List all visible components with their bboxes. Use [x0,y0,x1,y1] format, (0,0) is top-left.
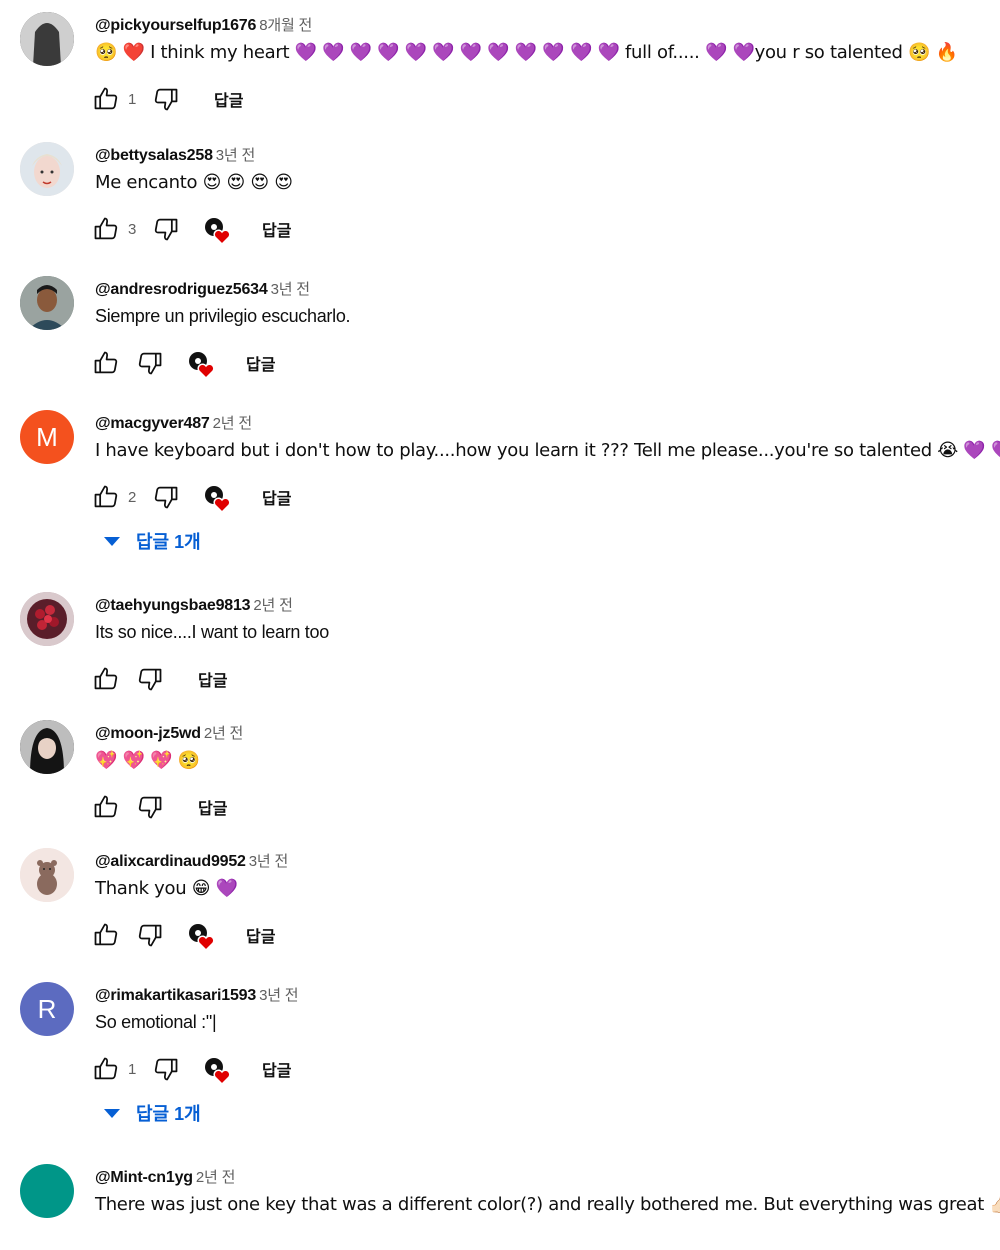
comment-actions: 답글 [92,920,275,952]
comment-text: Me encanto 😍 😍 😍 😍 [95,172,293,193]
reply-button[interactable]: 답글 [262,485,291,509]
comment-header: @pickyourselfup1676 8개월 전 [95,14,312,35]
comment-header: @moon-jz5wd 2년 전 [95,722,243,743]
comment-time[interactable]: 2년 전 [253,597,293,614]
reply-button[interactable]: 답글 [198,667,227,691]
comment-text: Thank you 😁 💜 [95,878,238,899]
comment-text: Its so nice....I want to learn too [95,622,329,642]
like-count: 3 [128,220,137,238]
like-icon[interactable] [92,793,120,821]
comment-actions: 답글 [92,664,227,694]
like-icon[interactable] [92,1055,120,1083]
comment-time[interactable]: 2년 전 [213,415,253,432]
comment-text: I have keyboard but i don't how to play.… [95,440,1000,461]
avatar[interactable] [20,848,74,902]
comment-header: @andresrodriguez5634 3년 전 [95,278,310,299]
dislike-icon[interactable] [136,921,164,949]
comment-actions: 답글 [92,792,227,822]
comment-time[interactable]: 2년 전 [196,1169,236,1186]
avatar[interactable]: R [20,982,74,1036]
author-handle[interactable]: @bettysalas258 [95,147,213,164]
comment-actions: 3 답글 [92,214,291,246]
avatar[interactable] [20,720,74,774]
comment-header: @alixcardinaud9952 3년 전 [95,850,288,871]
dislike-icon[interactable] [152,215,180,243]
like-count: 2 [128,488,137,506]
author-handle[interactable]: @macgyver487 [95,415,210,432]
reply-button[interactable]: 답글 [214,87,243,111]
reply-button[interactable]: 답글 [246,351,275,375]
comment-text: So emotional :"| [95,1012,217,1032]
comment-text: Siempre un privilegio escucharlo. [95,306,351,326]
comment-time[interactable]: 3년 전 [271,281,311,298]
comment-text: 🥺 ❤️ I think my heart 💜 💜 💜 💜 💜 💜 💜 💜 💜 … [95,42,958,63]
like-icon[interactable] [92,215,120,243]
like-icon[interactable] [92,85,120,113]
creator-heart-icon [202,214,234,246]
reply-button[interactable]: 답글 [262,1057,291,1081]
comment-time[interactable]: 2년 전 [204,725,244,742]
comment-time[interactable]: 3년 전 [216,147,256,164]
comment-actions: 2 답글 [92,482,291,514]
author-handle[interactable]: @taehyungsbae9813 [95,597,251,614]
author-handle[interactable]: @rimakartikasari1593 [95,987,256,1004]
avatar[interactable]: M [20,410,74,464]
creator-heart-icon [186,920,218,952]
author-handle[interactable]: @andresrodriguez5634 [95,281,268,298]
comment-header: @macgyver487 2년 전 [95,412,252,433]
comment-time[interactable]: 3년 전 [259,987,299,1004]
comment-header: @rimakartikasari1593 3년 전 [95,984,299,1005]
reply-button[interactable]: 답글 [262,217,291,241]
reply-button[interactable]: 답글 [246,923,275,947]
creator-heart-icon [202,1054,234,1086]
creator-heart-icon [186,348,218,380]
view-replies-button[interactable]: 답글 1개 [104,1100,201,1126]
author-handle[interactable]: @pickyourselfup1676 [95,17,256,34]
dislike-icon[interactable] [152,1055,180,1083]
avatar[interactable] [20,12,74,66]
like-icon[interactable] [92,665,120,693]
replies-count-label: 답글 1개 [136,532,201,552]
dislike-icon[interactable] [136,349,164,377]
author-handle[interactable]: @alixcardinaud9952 [95,853,246,870]
avatar[interactable] [20,142,74,196]
avatar[interactable] [20,1164,74,1218]
comment-actions: 1 답글 [92,84,243,114]
dislike-icon[interactable] [152,483,180,511]
like-count: 1 [128,1060,137,1078]
dislike-icon[interactable] [152,85,180,113]
author-handle[interactable]: @Mint-cn1yg [95,1169,193,1186]
view-replies-button[interactable]: 답글 1개 [104,528,201,554]
comment-header: @bettysalas258 3년 전 [95,144,255,165]
reply-button[interactable]: 답글 [198,795,227,819]
replies-count-label: 답글 1개 [136,1104,201,1124]
avatar[interactable] [20,276,74,330]
caret-down-icon [104,536,120,546]
comment-header: @taehyungsbae9813 2년 전 [95,594,293,615]
dislike-icon[interactable] [136,665,164,693]
caret-down-icon [104,1108,120,1118]
like-icon[interactable] [92,349,120,377]
comment-text: 💖 💖 💖 🥺 [95,750,200,771]
avatar[interactable] [20,592,74,646]
comment-actions: 답글 [92,348,275,380]
avatar-letter: M [36,421,58,452]
comment-header: @Mint-cn1yg 2년 전 [95,1166,235,1187]
avatar-letter: R [37,993,57,1024]
comment-actions: 1 답글 [92,1054,291,1086]
like-count: 1 [128,90,137,108]
dislike-icon[interactable] [136,793,164,821]
like-icon[interactable] [92,921,120,949]
author-handle[interactable]: @moon-jz5wd [95,725,201,742]
creator-heart-icon [202,482,234,514]
comment-time[interactable]: 8개월 전 [259,17,312,34]
comment-text: There was just one key that was a differ… [95,1194,1000,1215]
comment-time[interactable]: 3년 전 [249,853,289,870]
like-icon[interactable] [92,483,120,511]
